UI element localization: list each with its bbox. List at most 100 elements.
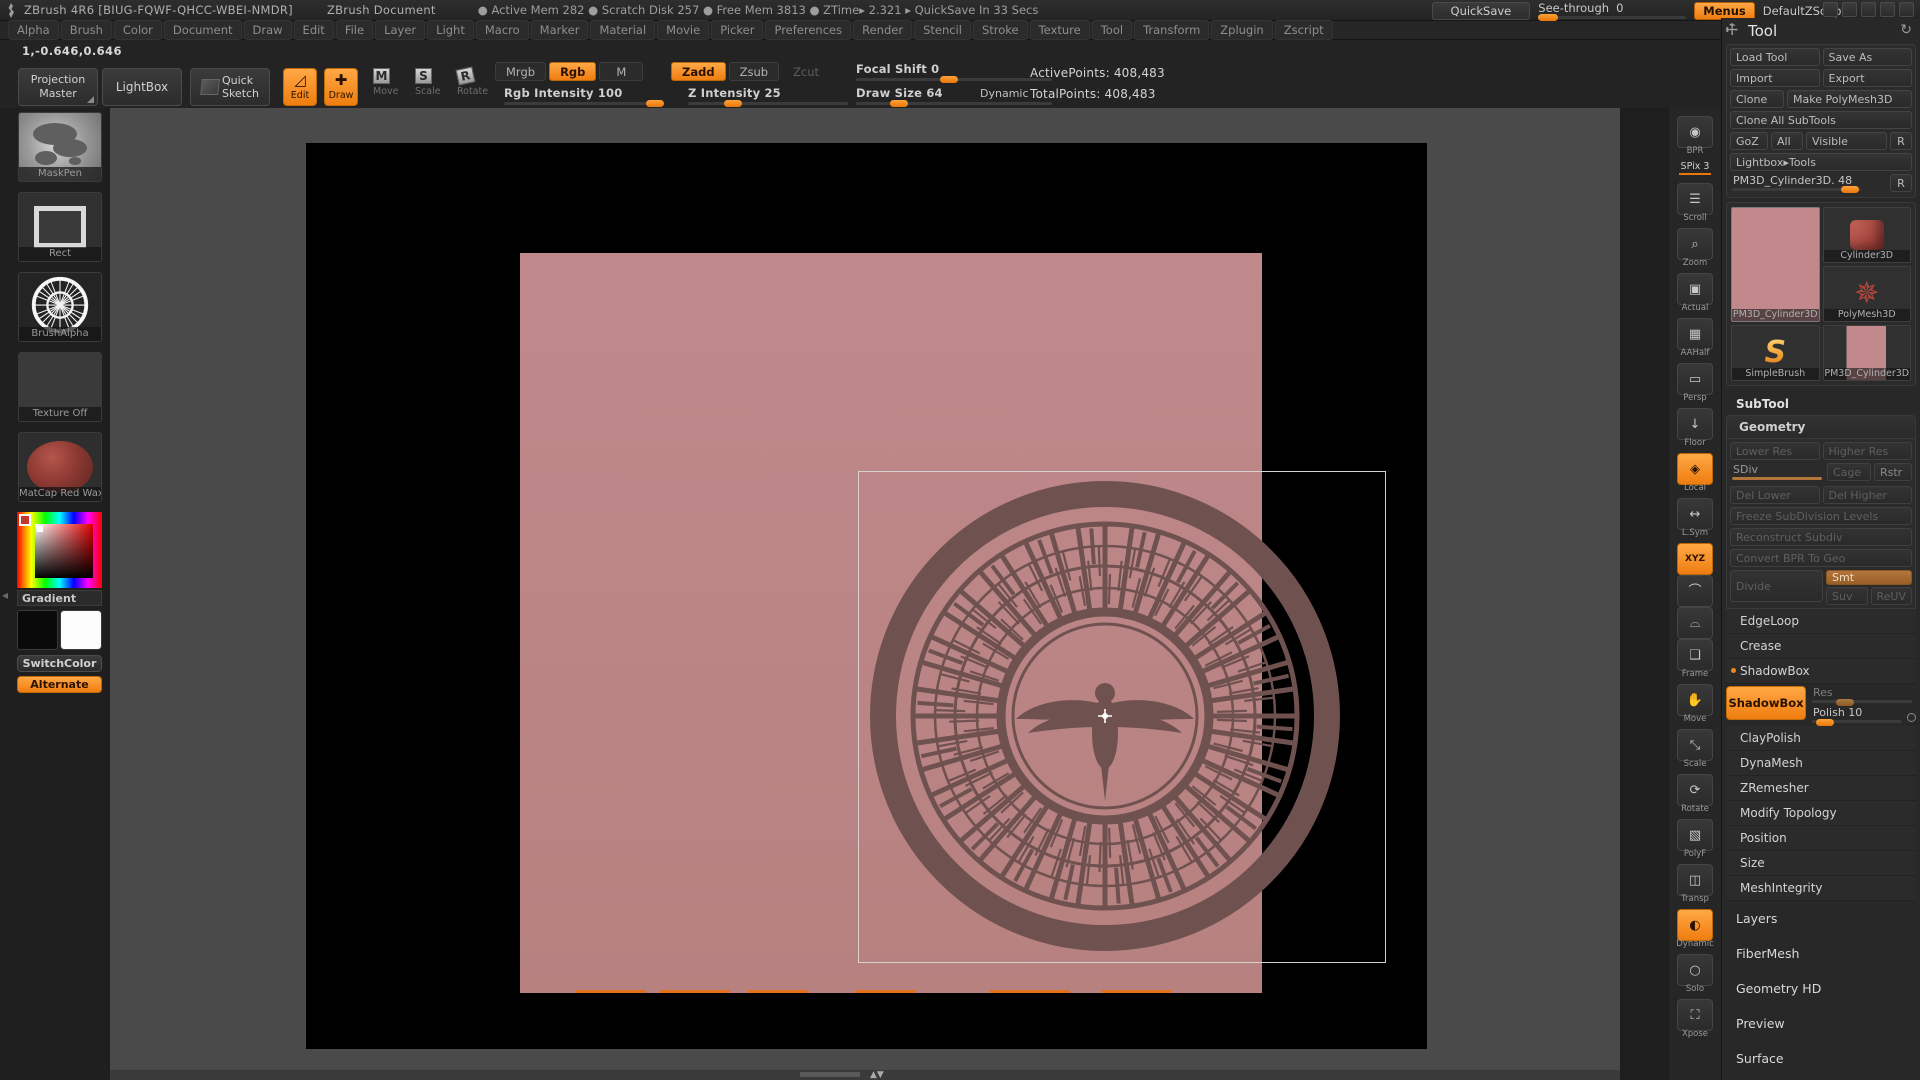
crease-row[interactable]: Crease: [1726, 634, 1916, 659]
tool-section-fibermesh[interactable]: FiberMesh: [1722, 936, 1920, 971]
export-button[interactable]: Export: [1823, 69, 1913, 87]
color-picker[interactable]: [17, 512, 102, 588]
tool-section-layers[interactable]: Layers: [1722, 901, 1920, 936]
menu-item-macro[interactable]: Macro: [476, 20, 529, 40]
pin-icon[interactable]: ⚒: [1722, 20, 1742, 40]
lightbox-button[interactable]: LightBox: [102, 68, 182, 106]
reuv-button[interactable]: ReUV: [1871, 587, 1913, 605]
rail-button-l-sym[interactable]: ↔: [1677, 498, 1713, 530]
polish-reset-icon[interactable]: [1907, 713, 1916, 722]
draw-mode-button[interactable]: ✚ Draw: [324, 68, 358, 106]
z-intensity-track[interactable]: [688, 102, 848, 105]
move-mode-button[interactable]: M Move: [373, 68, 407, 106]
current-tool-knob[interactable]: [1841, 186, 1859, 193]
quicksave-button[interactable]: QuickSave: [1432, 2, 1531, 20]
rail-button--[interactable]: ⌓: [1677, 607, 1713, 639]
tool-section-surface[interactable]: Surface: [1722, 1041, 1920, 1076]
projection-master-button[interactable]: Projection Master: [18, 68, 98, 106]
palette-collapse-icon[interactable]: ◂: [2, 588, 8, 602]
thumb-cylinder3d[interactable]: Cylinder3D: [1823, 207, 1912, 263]
higher-res-button[interactable]: Higher Res: [1823, 442, 1913, 460]
res-slider[interactable]: Res: [1810, 686, 1916, 704]
lower-res-button[interactable]: Lower Res: [1730, 442, 1820, 460]
clone-all-subtools-button[interactable]: Clone All SubTools: [1730, 111, 1912, 129]
tool-row-position[interactable]: Position: [1726, 826, 1916, 851]
menu-item-zscript[interactable]: Zscript: [1275, 20, 1333, 40]
focal-shift-slider[interactable]: Focal Shift 0: [856, 62, 1052, 81]
menu-item-movie[interactable]: Movie: [657, 20, 709, 40]
polish-knob[interactable]: [1816, 719, 1834, 726]
goz-r-button[interactable]: R: [1890, 132, 1912, 150]
quick-sketch-button[interactable]: Quick Sketch: [190, 68, 270, 106]
menu-item-layer[interactable]: Layer: [375, 20, 425, 40]
rgb-intensity-track[interactable]: [504, 102, 664, 105]
menu-item-picker[interactable]: Picker: [711, 20, 763, 40]
scroll-arrows-icon[interactable]: ▲▼: [870, 1070, 884, 1080]
rstr-button[interactable]: Rstr: [1874, 463, 1912, 481]
rail-spix-track[interactable]: [1679, 173, 1711, 175]
tool-section-preview[interactable]: Preview: [1722, 1006, 1920, 1041]
rail-button-local[interactable]: ◈: [1677, 453, 1713, 485]
rail-button-transp[interactable]: ◫: [1677, 864, 1713, 896]
switch-color-button[interactable]: SwitchColor: [17, 655, 102, 672]
menu-item-color[interactable]: Color: [114, 20, 162, 40]
current-texture-swatch[interactable]: Texture Off: [18, 352, 102, 422]
layout-icon-3[interactable]: [1861, 2, 1876, 17]
zadd-toggle[interactable]: Zadd: [671, 62, 726, 81]
rail-button-polyf[interactable]: ▧: [1677, 819, 1713, 851]
edit-mode-button[interactable]: ◿ Edit: [283, 68, 317, 106]
layout-icon-1[interactable]: [1823, 2, 1838, 17]
menu-item-material[interactable]: Material: [590, 20, 655, 40]
clone-button[interactable]: Clone: [1730, 90, 1784, 108]
layout-icon-2[interactable]: [1842, 2, 1857, 17]
cage-button[interactable]: Cage: [1827, 463, 1871, 481]
smt-button[interactable]: Smt: [1826, 570, 1912, 585]
zcut-toggle[interactable]: Zcut: [782, 62, 830, 81]
rail-button-solo[interactable]: ○: [1677, 954, 1713, 986]
menu-item-alpha[interactable]: Alpha: [8, 20, 59, 40]
sdiv-slider[interactable]: SDiv: [1730, 463, 1824, 481]
menu-item-texture[interactable]: Texture: [1030, 20, 1090, 40]
tool-row-modify-topology[interactable]: Modify Topology: [1726, 801, 1916, 826]
reconstruct-subdiv-button[interactable]: Reconstruct Subdiv: [1730, 528, 1912, 546]
menu-item-transform[interactable]: Transform: [1134, 20, 1209, 40]
shadowbox-row[interactable]: ShadowBox: [1726, 659, 1916, 684]
thumb-simplebrush[interactable]: S SimpleBrush: [1731, 325, 1820, 381]
alternate-button[interactable]: Alternate: [17, 676, 102, 693]
rail-button-aahalf[interactable]: ▦: [1677, 318, 1713, 350]
primary-color-swatch[interactable]: [17, 610, 58, 650]
del-lower-button[interactable]: Del Lower: [1730, 486, 1820, 504]
current-stroke-swatch[interactable]: Rect: [18, 192, 102, 262]
del-higher-button[interactable]: Del Higher: [1823, 486, 1913, 504]
sdiv-track[interactable]: [1732, 477, 1822, 480]
convert-bpr-to-geo-button[interactable]: Convert BPR To Geo: [1730, 549, 1912, 567]
make-polymesh3d-button[interactable]: Make PolyMesh3D: [1787, 90, 1912, 108]
rail-button-rotate[interactable]: ⟳: [1677, 774, 1713, 806]
layout-icon-4[interactable]: [1880, 2, 1895, 17]
menu-item-document[interactable]: Document: [164, 20, 242, 40]
rgb-toggle[interactable]: Rgb: [549, 62, 596, 81]
menu-item-render[interactable]: Render: [853, 20, 912, 40]
scale-mode-button[interactable]: S Scale: [415, 68, 449, 106]
save-as-button[interactable]: Save As: [1823, 48, 1913, 66]
scrollbar-grip[interactable]: [800, 1072, 860, 1077]
polish-slider[interactable]: Polish 10: [1810, 706, 1916, 724]
draw-size-knob[interactable]: [890, 100, 908, 107]
edgeloop-row[interactable]: EdgeLoop: [1726, 609, 1916, 634]
res-track[interactable]: [1812, 700, 1912, 703]
thumb-pm3d-cylinder3d-2[interactable]: PM3D_Cylinder3D: [1823, 325, 1912, 381]
document-canvas[interactable]: [306, 143, 1427, 1049]
tool-row-dynamesh[interactable]: DynaMesh: [1726, 751, 1916, 776]
rail-button-dynamic[interactable]: ◐: [1677, 909, 1713, 941]
rail-button-floor[interactable]: ↓: [1677, 408, 1713, 440]
rail-button-frame[interactable]: ❑: [1677, 639, 1713, 671]
rail-button-actual[interactable]: ▣: [1677, 273, 1713, 305]
subtool-section-title[interactable]: SubTool: [1722, 390, 1920, 415]
current-material-swatch[interactable]: MatCap Red Wax: [18, 432, 102, 502]
canvas-area[interactable]: [110, 108, 1620, 1080]
all-button[interactable]: All: [1771, 132, 1803, 150]
tool-row-meshintegrity[interactable]: MeshIntegrity: [1726, 876, 1916, 901]
see-through-slider[interactable]: See-through 0: [1538, 0, 1686, 21]
divide-button[interactable]: Divide: [1730, 570, 1823, 602]
rail-button-persp[interactable]: ▭: [1677, 363, 1713, 395]
